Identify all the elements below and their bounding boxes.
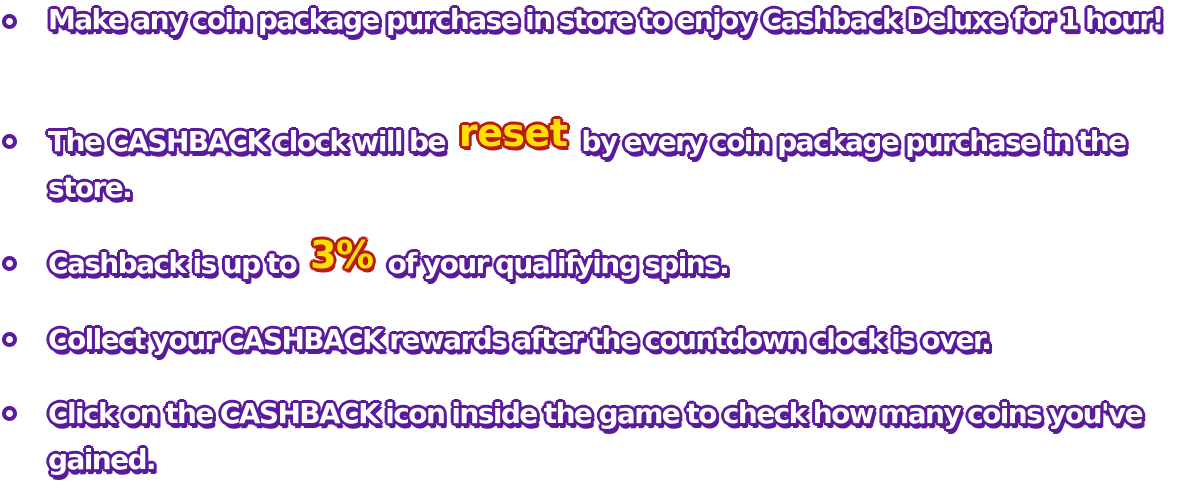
rule-text-2: The CASHBACK clock will be reset by every … (47, 112, 1196, 211)
rule-text-before: The CASHBACK clock will be (47, 124, 447, 159)
rule-text: Make any coin package purchase in store … (47, 2, 1165, 37)
rule-text-1: Make any coin package purchase in store … (47, 0, 1196, 43)
rule-text-before: Cashback is up to (47, 246, 299, 281)
bullet-icon (2, 134, 17, 149)
rule-text-4: Collect your CASHBACK rewards after the … (47, 317, 1196, 363)
bullet-icon (2, 256, 17, 271)
highlight-percent: 3% (309, 233, 375, 277)
rule-text-5: Click on the CASHBACK icon inside the ga… (47, 391, 1196, 483)
rule-text: Collect your CASHBACK rewards after the … (47, 322, 993, 357)
bullet-icon (2, 332, 17, 347)
bullet-icon (2, 14, 17, 29)
rule-text: Click on the CASHBACK icon inside the ga… (47, 396, 1145, 477)
cashback-rules-list: Make any coin package purchase in store … (0, 0, 1196, 488)
rule-text-3: Cashback is up to 3% of your qualifying sp… (47, 234, 1196, 287)
rule-text-after: of your qualifying spins. (387, 246, 731, 281)
bullet-icon (2, 406, 17, 421)
highlight-reset: reset (458, 111, 569, 155)
